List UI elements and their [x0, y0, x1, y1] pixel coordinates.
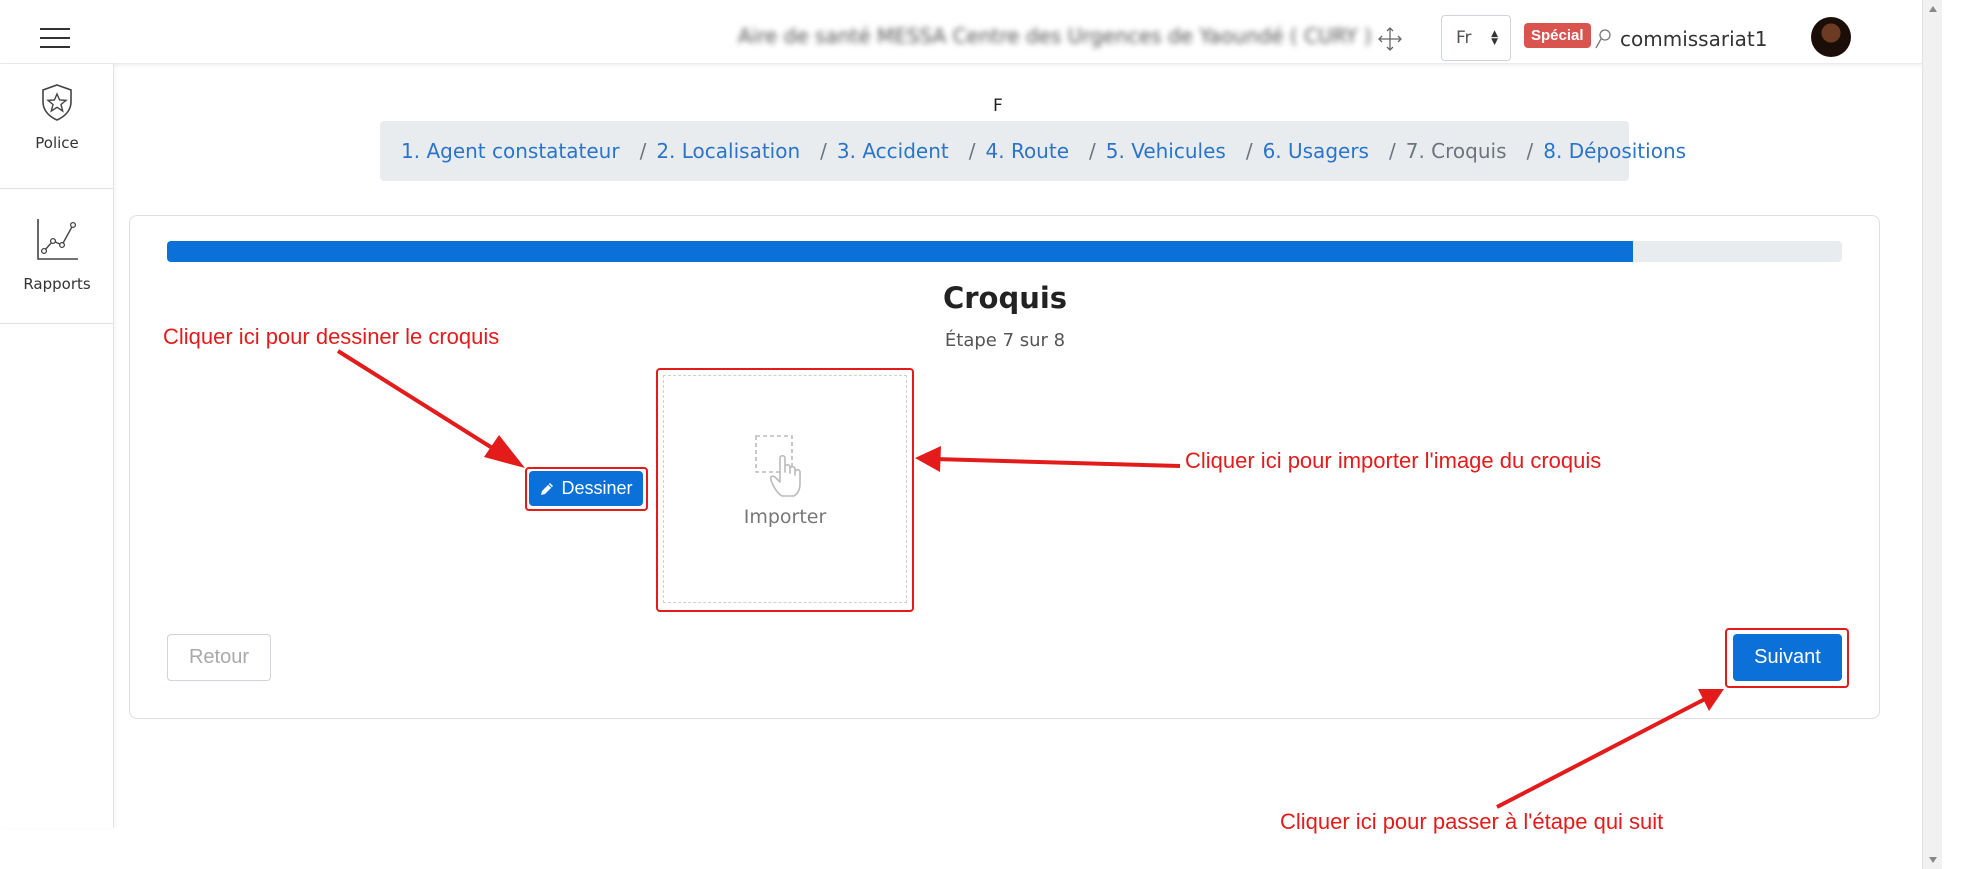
language-value: Fr	[1456, 28, 1472, 48]
select-caret-icon: ▲ ▼	[1491, 29, 1498, 47]
next-button-highlight	[1725, 628, 1849, 688]
annotation-import: Cliquer ici pour importer l'image du cro…	[1185, 448, 1602, 473]
breadcrumb-separator: /	[1089, 139, 1096, 163]
avatar[interactable]	[1811, 17, 1851, 57]
sidebar: Police Rapports	[0, 64, 114, 828]
breadcrumb-separator: /	[1526, 139, 1534, 163]
breadcrumb-step-6[interactable]: 6. Usagers	[1263, 139, 1369, 163]
scroll-down-arrow-icon[interactable]	[1929, 857, 1937, 863]
sidebar-item-police[interactable]: Police	[0, 82, 114, 152]
scroll-up-arrow-icon[interactable]	[1929, 6, 1937, 12]
language-select[interactable]: Fr ▲ ▼	[1441, 15, 1511, 61]
breadcrumb-step-2[interactable]: 2. Localisation	[656, 139, 800, 163]
progress-bar	[167, 241, 1842, 262]
sidebar-divider	[0, 188, 114, 189]
special-badge: Spécial	[1524, 23, 1591, 48]
line-chart-icon	[37, 219, 78, 260]
breadcrumb-separator: /	[639, 139, 647, 163]
sidebar-divider	[0, 323, 114, 324]
breadcrumb-separator: /	[1388, 139, 1396, 163]
breadcrumb: 1. Agent constatateur / 2. Localisation …	[380, 121, 1686, 181]
annotation-draw: Cliquer ici pour dessiner le croquis	[163, 324, 500, 349]
user-icon	[1595, 29, 1611, 49]
step-title: Croquis	[942, 281, 1068, 315]
breadcrumb-separator: /	[1245, 139, 1253, 163]
shield-star-icon	[42, 84, 72, 121]
breadcrumb-step-1[interactable]: 1. Agent constatateur	[401, 139, 620, 163]
top-navbar: Aire de santé MESSA Centre des Urgences …	[0, 0, 1922, 64]
page-scrollbar[interactable]	[1922, 0, 1942, 869]
breadcrumb-step-7-active: 7. Croquis	[1405, 139, 1507, 163]
back-button[interactable]: Retour	[167, 634, 271, 681]
breadcrumb-step-3[interactable]: 3. Accident	[837, 139, 949, 163]
breadcrumb-step-4[interactable]: 4. Route	[986, 139, 1070, 163]
breadcrumb-separator: /	[968, 139, 976, 163]
annotation-next: Cliquer ici pour passer à l'étape qui su…	[1280, 809, 1664, 834]
import-dropzone-highlight	[656, 368, 914, 612]
progress-bar-fill	[167, 241, 1633, 262]
page-letter: F	[993, 96, 1003, 116]
username[interactable]: commissariat1	[1620, 27, 1767, 51]
breadcrumb-step-8[interactable]: 8. Dépositions	[1543, 139, 1686, 163]
breadcrumb-separator: /	[820, 139, 827, 163]
hamburger-menu-icon[interactable]	[40, 28, 70, 50]
draw-button-highlight	[525, 467, 648, 511]
breadcrumb-step-5[interactable]: 5. Vehicules	[1106, 139, 1226, 163]
sidebar-item-label: Police	[35, 134, 79, 152]
location-text: Aire de santé MESSA Centre des Urgences …	[738, 24, 1372, 48]
move-arrows-icon[interactable]	[1377, 26, 1403, 52]
